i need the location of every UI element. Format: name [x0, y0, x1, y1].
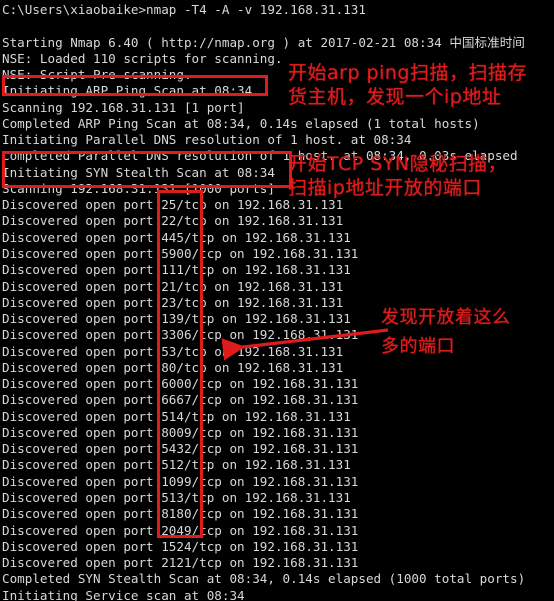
terminal-line-scanning-1port: Scanning 192.168.31.131 [1 port]	[2, 99, 245, 115]
terminal-line-port: Discovered open port 8180/tcp on 192.168…	[2, 506, 359, 522]
terminal-line-port: Discovered open port 6667/tcp on 192.168…	[2, 392, 359, 408]
terminal-line-port: Discovered open port 21/tcp on 192.168.3…	[2, 278, 344, 294]
terminal-line-port: Discovered open port 8009/tcp on 192.168…	[2, 424, 359, 440]
terminal-line-syn-init: Initiating SYN Stealth Scan at 08:34	[2, 164, 275, 180]
terminal-line-port: Discovered open port 5432/tcp on 192.168…	[2, 441, 359, 457]
terminal-line-dns-complete: Completed Parallel DNS resolution of 1 h…	[2, 148, 518, 164]
terminal-line-port: Discovered open port 80/tcp on 192.168.3…	[2, 359, 344, 375]
terminal-line-port: Discovered open port 512/tcp on 192.168.…	[2, 457, 351, 473]
terminal-line-port: Discovered open port 23/tcp on 192.168.3…	[2, 294, 344, 310]
terminal-line-syn-complete: Completed SYN Stealth Scan at 08:34, 0.1…	[2, 571, 526, 587]
terminal-line-port: Discovered open port 53/tcp on 192.168.3…	[2, 343, 344, 359]
terminal-line-port: Discovered open port 1524/tcp on 192.168…	[2, 538, 359, 554]
terminal-line-port: Discovered open port 513/tcp on 192.168.…	[2, 489, 351, 505]
terminal-line-prompt: C:\Users\xiaobaike>nmap -T4 -A -v 192.16…	[2, 2, 366, 17]
terminal-line-port: Discovered open port 5900/tcp on 192.168…	[2, 245, 359, 261]
terminal-line-port: Discovered open port 25/tcp on 192.168.3…	[2, 197, 344, 213]
terminal-line-arp-init: Initiating ARP Ping Scan at 08:34	[2, 83, 253, 99]
terminal-line-port: Discovered open port 2121/tcp on 192.168…	[2, 555, 359, 571]
terminal-line-arp-complete: Completed ARP Ping Scan at 08:34, 0.14s …	[2, 115, 480, 131]
terminal-output[interactable]: C:\Users\xiaobaike>nmap -T4 -A -v 192.16…	[0, 0, 554, 601]
terminal-line-port: Discovered open port 111/tcp on 192.168.…	[2, 262, 351, 278]
terminal-line-port: Discovered open port 6000/tcp on 192.168…	[2, 376, 359, 392]
terminal-window: C:\Users\xiaobaike>nmap -T4 -A -v 192.16…	[0, 0, 554, 601]
terminal-line-port: Discovered open port 514/tcp on 192.168.…	[2, 408, 351, 424]
terminal-line-scanning-1000ports: Scanning 192.168.31.131 [1000 ports]	[2, 180, 275, 196]
terminal-line-service-init: Initiating Service scan at 08:34	[2, 587, 245, 601]
terminal-line-port: Discovered open port 3306/tcp on 192.168…	[2, 327, 359, 343]
terminal-line-port: Discovered open port 2049/tcp on 192.168…	[2, 522, 359, 538]
terminal-line-port: Discovered open port 445/tcp on 192.168.…	[2, 229, 351, 245]
terminal-line-dns-init: Initiating Parallel DNS resolution of 1 …	[2, 132, 412, 148]
terminal-line-nse-prescan: NSE: Script Pre-scanning.	[2, 67, 192, 83]
terminal-line-port: Discovered open port 1099/tcp on 192.168…	[2, 473, 359, 489]
terminal-line-port: Discovered open port 22/tcp on 192.168.3…	[2, 213, 344, 229]
terminal-line-port: Discovered open port 139/tcp on 192.168.…	[2, 311, 351, 327]
terminal-line-starting: Starting Nmap 6.40 ( http://nmap.org ) a…	[2, 34, 525, 50]
terminal-line-nse-loaded: NSE: Loaded 110 scripts for scanning.	[2, 50, 283, 66]
